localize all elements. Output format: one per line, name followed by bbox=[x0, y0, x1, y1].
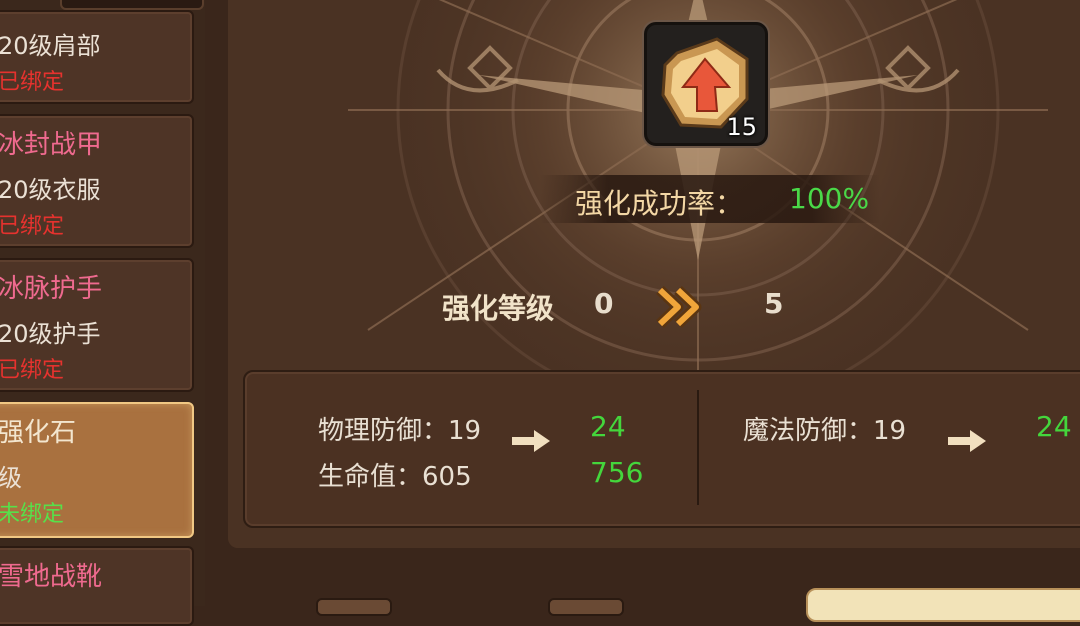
item-bind-status: 已绑定 bbox=[0, 214, 65, 239]
material-slot[interactable]: 15 bbox=[644, 22, 768, 146]
list-item-boots[interactable]: 雪地战靴 bbox=[0, 546, 194, 626]
list-item-enhance-stone[interactable]: 强化石 级 未绑定 bbox=[0, 402, 194, 538]
bottom-tab-left[interactable] bbox=[316, 598, 392, 616]
enhance-level-target: 5 bbox=[764, 287, 784, 320]
list-item-shoulder[interactable]: 20级肩部 已绑定 bbox=[0, 10, 194, 104]
physical-defense-new: 24 bbox=[590, 410, 626, 443]
stats-divider bbox=[697, 390, 699, 505]
hp-current: 生命值：605 bbox=[318, 462, 472, 492]
item-type: 20级护手 bbox=[0, 320, 101, 348]
enhance-level-current: 0 bbox=[594, 287, 614, 320]
item-bind-status: 未绑定 bbox=[0, 502, 65, 527]
item-type: 20级肩部 bbox=[0, 32, 101, 60]
success-rate-label: 强化成功率： bbox=[575, 187, 744, 220]
bottom-tab-right[interactable] bbox=[548, 598, 624, 616]
item-bind-status: 已绑定 bbox=[0, 358, 65, 383]
hp-new: 756 bbox=[590, 456, 644, 489]
arrow-right-icon bbox=[512, 430, 550, 452]
double-chevron-right-icon bbox=[656, 286, 702, 328]
item-name: 冰脉护手 bbox=[0, 274, 103, 304]
equipment-list: 20级肩部 已绑定 冰封战甲 20级衣服 已绑定 冰脉护手 20级护手 已绑定 … bbox=[0, 0, 205, 626]
enhance-level-label: 强化等级 bbox=[442, 292, 555, 325]
item-name: 雪地战靴 bbox=[0, 562, 103, 592]
arrow-right-icon bbox=[948, 430, 986, 452]
material-count: 15 bbox=[726, 113, 757, 141]
enhance-button[interactable] bbox=[806, 588, 1080, 622]
magic-defense-current: 魔法防御：19 bbox=[743, 416, 907, 446]
item-name: 强化石 bbox=[0, 418, 77, 448]
magic-defense-new: 24 bbox=[1036, 410, 1072, 443]
list-item-armor[interactable]: 冰封战甲 20级衣服 已绑定 bbox=[0, 114, 194, 248]
list-top-edge bbox=[60, 0, 204, 10]
list-item-gloves[interactable]: 冰脉护手 20级护手 已绑定 bbox=[0, 258, 194, 392]
item-type: 级 bbox=[0, 464, 22, 492]
item-type: 20级衣服 bbox=[0, 176, 101, 204]
physical-defense-current: 物理防御：19 bbox=[318, 416, 482, 446]
success-rate-value: 100% bbox=[789, 182, 870, 215]
item-name: 冰封战甲 bbox=[0, 130, 103, 160]
item-bind-status: 已绑定 bbox=[0, 70, 65, 95]
